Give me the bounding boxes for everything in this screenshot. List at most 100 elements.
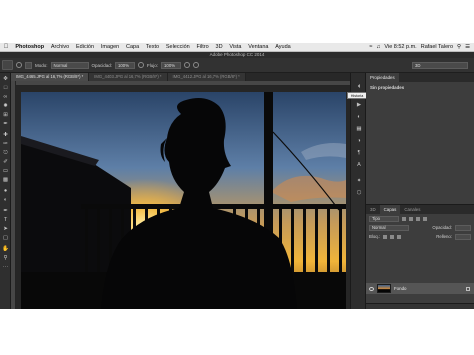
eraser-tool-icon[interactable]: ▭ (2, 168, 9, 175)
lock-all-icon[interactable] (397, 234, 401, 239)
letterbox-top (0, 0, 474, 43)
blend-mode-select[interactable]: Normal (369, 224, 409, 231)
extras-icon[interactable]: ⋯ (2, 265, 9, 272)
menu-vista[interactable]: Vista (226, 43, 245, 52)
document-tab-3[interactable]: IMG_4412.JPG al 16,7% (RGB/8*) * (167, 73, 246, 81)
dodge-tool-icon[interactable]: ◐ (2, 197, 9, 204)
opacity-field[interactable]: 100% (115, 61, 136, 69)
wifi-icon[interactable]: ≈ (369, 44, 372, 50)
menubar-user[interactable]: Rafael Talero (421, 44, 453, 50)
shape-filter-icon[interactable] (423, 216, 427, 221)
lock-label: Bloq.: (369, 234, 380, 239)
history-panel-icon[interactable]: ⏴ (354, 83, 364, 91)
lock-position-icon[interactable] (390, 234, 394, 239)
path-select-tool-icon[interactable]: ➤ (2, 226, 9, 233)
menu-imagen[interactable]: Imagen (97, 43, 122, 52)
menu-seleccion[interactable]: Selección (162, 43, 193, 52)
color-panel-icon[interactable]: ◑ (354, 137, 364, 145)
mode-select[interactable]: Normal (50, 61, 89, 69)
brush-panel-toggle-icon[interactable] (25, 61, 32, 69)
menu-ayuda[interactable]: Ayuda (272, 43, 294, 52)
airbrush-icon[interactable] (184, 62, 191, 68)
hand-tool-icon[interactable]: ✋ (2, 246, 9, 253)
fill-label: Relleno: (436, 234, 452, 239)
layers-lock-row: Bloq.: Relleno: (366, 232, 474, 241)
pressure-opacity-icon[interactable] (138, 62, 145, 68)
3d-panel-icon[interactable]: ⬡ (354, 189, 364, 197)
lasso-tool-icon[interactable]: ∞ (2, 94, 9, 101)
pressure-size-icon[interactable] (193, 62, 200, 68)
layers-panel-tabs: 3D Capas Canales (366, 205, 474, 214)
healing-brush-tool-icon[interactable]: ✚ (2, 132, 9, 139)
adjustments-panel-icon[interactable]: ◐ (354, 113, 364, 121)
tool-preset-picker[interactable] (2, 60, 13, 70)
eyedropper-tool-icon[interactable]: ✒ (2, 121, 9, 128)
opacity-label: Opacidad: (91, 62, 113, 68)
quick-select-tool-icon[interactable]: ✸ (2, 103, 9, 110)
layer-fill-field[interactable] (455, 233, 471, 240)
properties-panel: Propiedades Sin propiedades (366, 73, 474, 205)
menubar-status-area: ≈ ♫ Vie 8:52 p.m. Rafael Talero ⚲ ☰ (369, 44, 474, 50)
actions-panel-icon[interactable]: ▶ (354, 101, 364, 109)
crop-tool-icon[interactable]: ⊞ (2, 112, 9, 119)
flow-field[interactable]: 100% (161, 61, 182, 69)
type-tool-icon[interactable]: T (2, 217, 9, 224)
menu-archivo[interactable]: Archivo (48, 43, 73, 52)
document-tab-1[interactable]: IMG_4465.JPG al 16,7% (RGB/8*) * (11, 73, 90, 81)
tools-preset-panel-icon[interactable]: ✦ (354, 177, 364, 185)
layer-lock-icon (466, 286, 470, 291)
mode-label: Modo: (35, 62, 48, 68)
history-brush-tool-icon[interactable]: ✐ (2, 159, 9, 166)
menubar-clock[interactable]: Vie 8:52 p.m. (384, 44, 416, 50)
move-tool-icon[interactable]: ✥ (2, 76, 9, 83)
gradient-tool-icon[interactable]: ▩ (2, 177, 9, 184)
list-icon[interactable]: ☰ (465, 44, 470, 50)
adjustment-filter-icon[interactable] (409, 216, 413, 221)
character-panel-icon[interactable]: A (354, 161, 364, 169)
blur-tool-icon[interactable]: ● (2, 188, 9, 195)
tab-channels[interactable]: Canales (400, 205, 424, 214)
menu-edicion[interactable]: Edición (73, 43, 98, 52)
menu-app-name[interactable]: Photoshop (12, 43, 48, 52)
shape-tool-icon[interactable]: ▢ (2, 235, 9, 242)
menu-3d[interactable]: 3D (212, 43, 226, 52)
layer-kind-filter[interactable]: Tipo (369, 215, 399, 222)
document-photo[interactable] (21, 92, 346, 309)
menu-texto[interactable]: Texto (143, 43, 163, 52)
swatches-panel-icon[interactable]: ▦ (354, 125, 364, 133)
clone-stamp-tool-icon[interactable]: ⎋ (2, 150, 9, 157)
visibility-eye-icon[interactable] (369, 286, 374, 291)
tab-3d[interactable]: 3D (366, 205, 380, 214)
type-filter-icon[interactable] (416, 216, 420, 221)
canvas-area[interactable] (16, 86, 350, 309)
photoshop-screen:  Photoshop Archivo Edición Imagen Capa … (0, 43, 474, 309)
layers-panel: 3D Capas Canales Tipo Normal Opacidad: B… (366, 205, 474, 309)
zoom-tool-icon[interactable]: ⚲ (2, 255, 9, 262)
brush-preset-icon[interactable] (16, 62, 22, 68)
menu-ventana[interactable]: Ventana (245, 43, 272, 52)
pixel-filter-icon[interactable] (402, 216, 406, 221)
layer-opacity-label: Opacidad: (432, 225, 452, 230)
search-icon[interactable]: ⚲ (457, 44, 461, 50)
options-bar: Modo: Normal Opacidad: 100% Flujo: 100% … (0, 58, 474, 73)
properties-empty-message: Sin propiedades (370, 85, 405, 90)
volume-icon[interactable]: ♫ (376, 44, 380, 50)
layer-thumbnail (377, 284, 391, 293)
layer-row-fondo[interactable]: Fondo (366, 283, 474, 294)
marquee-tool-icon[interactable]: □ (2, 85, 9, 92)
menu-capa[interactable]: Capa (123, 43, 143, 52)
pen-tool-icon[interactable]: ✒ (2, 208, 9, 215)
mac-menubar:  Photoshop Archivo Edición Imagen Capa … (0, 43, 474, 52)
layer-opacity-field[interactable] (455, 224, 471, 231)
tab-properties[interactable]: Propiedades (366, 73, 399, 82)
apple-icon[interactable]:  (0, 44, 12, 50)
menu-filtro[interactable]: Filtro (193, 43, 212, 52)
properties-panel-tabs: Propiedades (366, 73, 474, 82)
paragraph-panel-icon[interactable]: ¶ (354, 149, 364, 157)
tab-layers[interactable]: Capas (379, 205, 401, 214)
workspace-select[interactable]: 3D (412, 61, 468, 69)
document-tab-2[interactable]: IMG_4403.JPG al 16,7% (RGB/8*) * (89, 73, 168, 81)
lock-pixels-icon[interactable] (383, 234, 387, 239)
flow-label: Flujo: (147, 62, 159, 68)
brush-tool-icon[interactable]: ✑ (2, 141, 9, 148)
